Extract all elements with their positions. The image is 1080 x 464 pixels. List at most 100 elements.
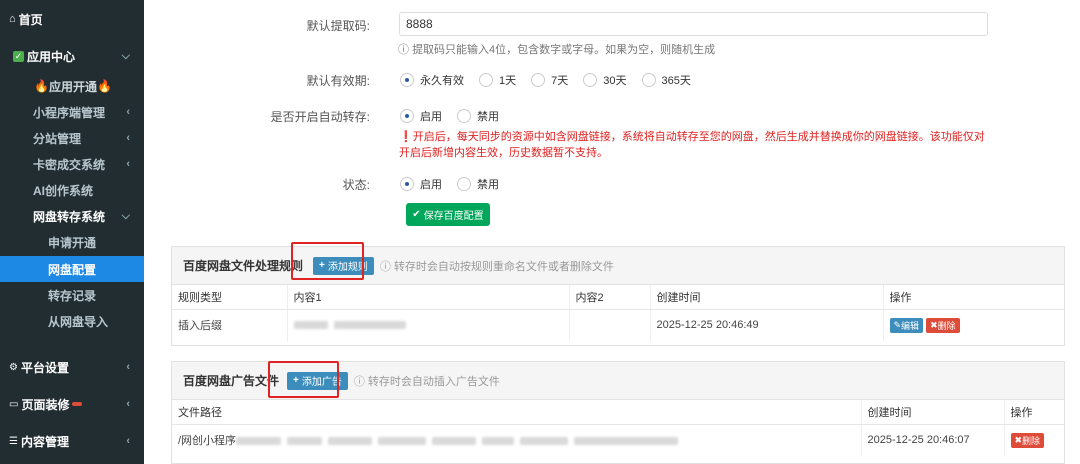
sidebar: ⌂ 首页 ✓ 应用中心 ⌵ 🔥 应用开通 🔥 小程序端管理 ‹ 分站管理 ‹ 卡… (0, 0, 144, 464)
validity-radio-group: 永久有效 1天 7天 30天 365天 (400, 72, 706, 88)
sidebar-item-app-open[interactable]: 🔥 应用开通 🔥 (0, 73, 144, 99)
sidebar-item-home[interactable]: ⌂ 首页 (0, 6, 144, 32)
validity-option[interactable]: 7天 (531, 72, 568, 88)
column-header: 文件路径 (172, 400, 862, 425)
table-header-row: 规则类型 内容1 内容2 创建时间 操作 (172, 285, 1064, 310)
sidebar-item-content[interactable]: ☰ 内容管理 ‹ (0, 428, 144, 454)
auto-transfer-label: 是否开启自动转存: (270, 110, 370, 124)
column-header: 创建时间 (861, 400, 1005, 425)
validity-option[interactable]: 永久有效 (400, 72, 464, 88)
table-header-row: 文件路径 创建时间 操作 (172, 400, 1064, 425)
column-header: 规则类型 (172, 285, 288, 310)
close-icon: ✖ (1014, 434, 1023, 445)
validity-label: 默认有效期: (306, 74, 370, 88)
ads-panel-title: 百度网盘广告文件 (183, 374, 280, 388)
home-icon: ⌂ (9, 13, 16, 25)
redacted-text (287, 437, 323, 446)
auto-enable-option[interactable]: 启用 (400, 108, 442, 124)
info-icon: ⓘ (398, 44, 409, 56)
save-baidu-config-button[interactable]: ✔ 保存百度配置 (406, 203, 490, 226)
radio-checked-icon (400, 73, 414, 87)
fire-icon: 🔥 (34, 79, 49, 93)
checkbox-icon: ✓ (13, 50, 24, 62)
fire-icon: 🔥 (96, 79, 112, 93)
validity-option[interactable]: 1天 (479, 72, 516, 88)
rule-content1-cell (287, 309, 570, 341)
sidebar-item-apply[interactable]: 申请开通 (0, 229, 144, 255)
close-icon: ✖ (930, 319, 938, 330)
sidebar-item-page-decor[interactable]: ▭ 页面装修 ‹ (0, 391, 144, 417)
redacted-text (520, 437, 569, 446)
column-header: 内容1 (287, 285, 570, 310)
table-row: 插入后缀 2025-12-25 20:46:49 ✎ 编辑 ✖ 删除 (172, 309, 1064, 341)
radio-checked-icon (400, 109, 414, 123)
edit-rule-button[interactable]: ✎ 编辑 (889, 317, 924, 333)
info-icon: ⓘ (353, 375, 365, 388)
sidebar-item-substation[interactable]: 分站管理 ‹ (0, 125, 144, 151)
validity-option[interactable]: 30天 (583, 72, 627, 88)
highlight-box (268, 361, 339, 398)
chevron-left-icon: ‹ (126, 158, 130, 170)
column-header: 操作 (883, 285, 1064, 310)
radio-icon (583, 73, 598, 87)
auto-disable-option[interactable]: 禁用 (457, 108, 499, 124)
sidebar-item-transfer-record[interactable]: 转存记录 (0, 282, 144, 308)
radio-icon (457, 109, 471, 123)
auto-transfer-radio-group: 启用 禁用 (400, 108, 514, 124)
code-help: ⓘ 提取码只能输入4位，包含数字或字母。如果为空，则随机生成 (398, 44, 716, 56)
ads-tip: ⓘ 转存时会自动插入广告文件 (353, 375, 500, 388)
validity-option[interactable]: 365天 (641, 72, 691, 88)
check-icon: ✔ (412, 209, 421, 220)
ads-table: 文件路径 创建时间 操作 /网创小程序 2025-12-25 20:46:07 … (172, 400, 1064, 456)
delete-rule-button[interactable]: ✖ 删除 (926, 317, 960, 333)
rule-time-cell: 2025-12-25 20:46:49 (650, 309, 884, 341)
ad-path-cell: /网创小程序 (172, 424, 862, 456)
content-icon: ☰ (9, 435, 18, 447)
chevron-left-icon: ‹ (126, 106, 130, 118)
sidebar-item-netdisk-config[interactable]: 网盘配置 (0, 256, 144, 282)
ad-actions-cell: ✖ 删除 (1004, 424, 1064, 456)
radio-icon (531, 73, 546, 87)
sidebar-item-card-trade[interactable]: 卡密成交系统 ‹ (0, 151, 144, 177)
column-header: 创建时间 (650, 285, 884, 310)
radio-icon (479, 73, 493, 87)
redacted-text (432, 437, 477, 446)
sidebar-item-import[interactable]: 从网盘导入 (0, 308, 144, 334)
sidebar-item-ai-create[interactable]: AI创作系统 (0, 177, 144, 203)
rules-panel-title: 百度网盘文件处理规则 (183, 259, 304, 273)
chevron-down-icon: ⌵ (121, 49, 130, 62)
status-enable-option[interactable]: 启用 (400, 176, 442, 192)
redacted-text (328, 437, 373, 446)
chevron-left-icon: ‹ (126, 132, 130, 144)
code-input[interactable] (399, 12, 988, 36)
sidebar-item-app-center[interactable]: ✓ 应用中心 ⌵ (0, 43, 144, 69)
redacted-text (378, 437, 427, 446)
redacted-text (574, 437, 679, 446)
rule-content2-cell (569, 309, 651, 341)
redacted-text (333, 321, 406, 330)
main-content: 默认提取码: ⓘ 提取码只能输入4位，包含数字或字母。如果为空，则随机生成 默认… (144, 0, 1080, 464)
column-header: 内容2 (569, 285, 651, 310)
warning-icon: ❗ (399, 131, 413, 143)
redacted-text (236, 437, 282, 446)
chevron-left-icon: ‹ (126, 435, 130, 447)
gear-icon: ⚙ (9, 361, 18, 373)
status-disable-option[interactable]: 禁用 (457, 176, 499, 192)
hot-badge (72, 402, 83, 406)
redacted-text (482, 437, 515, 446)
sidebar-item-netdisk[interactable]: 网盘转存系统 ⌵ (0, 203, 144, 229)
chevron-down-icon: ⌵ (121, 209, 130, 222)
rules-tip: ⓘ 转存时会自动按规则重命名文件或者删除文件 (379, 260, 614, 273)
redacted-text (293, 321, 328, 330)
delete-ad-button[interactable]: ✖ 删除 (1010, 432, 1045, 448)
table-row: /网创小程序 2025-12-25 20:46:07 ✖ 删除 (172, 424, 1064, 456)
monitor-icon: ▭ (9, 398, 19, 410)
edit-icon: ✎ (893, 319, 902, 330)
sidebar-item-platform[interactable]: ⚙ 平台设置 ‹ (0, 354, 144, 380)
rule-actions-cell: ✎ 编辑 ✖ 删除 (883, 309, 1064, 341)
sidebar-item-miniapp[interactable]: 小程序端管理 ‹ (0, 99, 144, 125)
radio-checked-icon (400, 177, 414, 191)
auto-transfer-warning: ❗开启后，每天同步的资源中如含网盘链接，系统将自动转存至您的网盘，然后生成并替换… (399, 131, 985, 159)
chevron-left-icon: ‹ (126, 398, 130, 410)
chevron-left-icon: ‹ (126, 361, 130, 373)
